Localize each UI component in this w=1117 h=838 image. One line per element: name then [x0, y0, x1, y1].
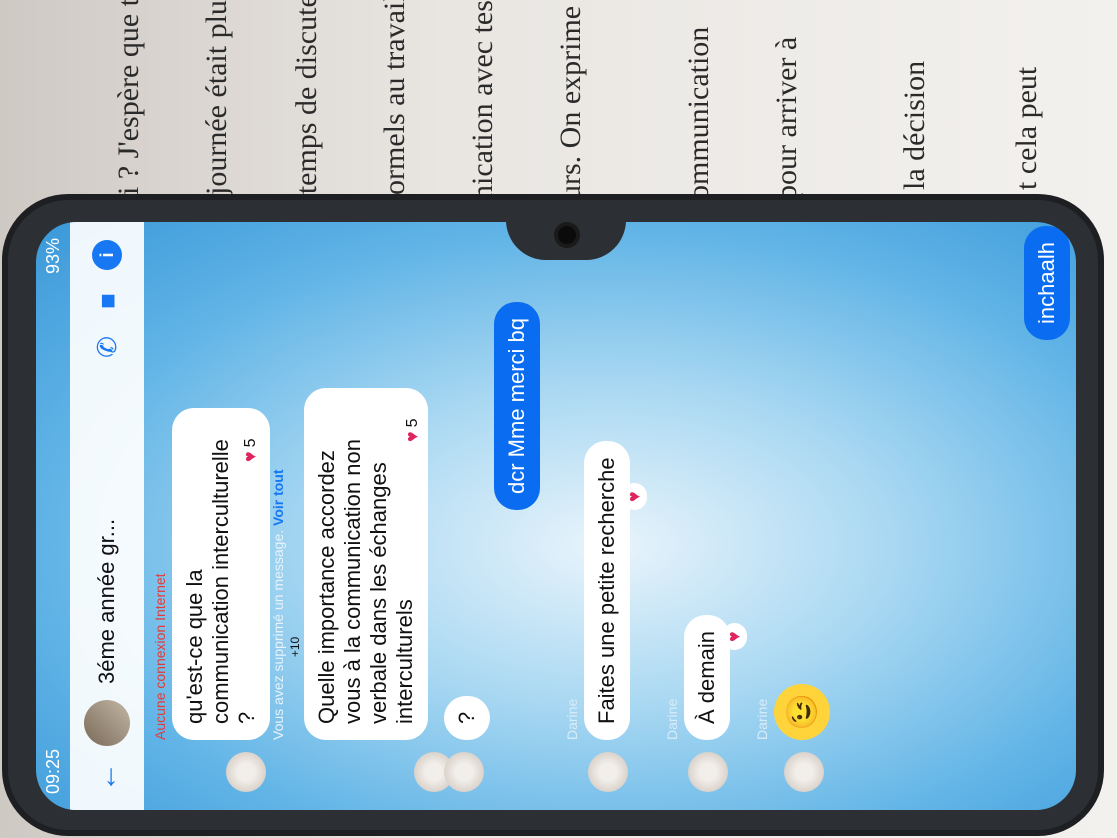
heart-icon: ♥ [624, 491, 644, 502]
paper-line: journée était plutô [200, 0, 233, 195]
my-message-bubble[interactable]: dcr Mme merci bq [494, 301, 540, 510]
seen-count[interactable]: +10 [288, 637, 302, 657]
heart-icon: ♥ [402, 431, 422, 442]
paper-line: nication avec tes [466, 0, 499, 200]
sender-avatar[interactable] [784, 752, 824, 792]
phone-screen: 09:25 93% ← 3éme année gr... ✆ ■ i Aucun… [36, 222, 1076, 810]
reaction-badge[interactable]: ♥ [722, 623, 747, 650]
paper-line: e temps de discuter [290, 0, 323, 215]
my-message-bubble[interactable]: inchaalh [1024, 226, 1070, 340]
paper-line: ommunication [682, 26, 715, 200]
sender-avatar[interactable] [226, 752, 266, 792]
chat-title[interactable]: 3éme année gr... [94, 378, 120, 684]
message-bubble[interactable]: ? [444, 695, 490, 740]
status-time: 09:25 [42, 748, 63, 794]
back-arrow-icon[interactable]: ← [90, 762, 124, 792]
paper-line: ui ? J'espère que tu a [112, 0, 145, 210]
winking-emoji-icon[interactable]: 😉 [774, 684, 830, 740]
phone-call-icon[interactable]: ✆ [92, 332, 122, 362]
chat-header: ← 3éme année gr... ✆ ■ i [70, 222, 144, 810]
network-warning: Aucune connexion Internet [152, 573, 168, 740]
phone: 09:25 93% ← 3éme année gr... ✆ ■ i Aucun… [8, 200, 1098, 830]
reaction-badge[interactable]: ♥ [622, 483, 647, 510]
deleted-text: Vous avez supprimé un message. [270, 529, 286, 740]
paper-line: pour arriver à [770, 36, 803, 200]
paper-line: la décision [898, 60, 931, 190]
deleted-message: Vous avez supprimé un message. Voir tout [270, 469, 286, 740]
sender-name: Darine [754, 698, 770, 740]
sender-avatar[interactable] [688, 752, 728, 792]
status-battery: 93% [42, 238, 63, 275]
status-bar: 09:25 93% [36, 222, 70, 810]
see-all-link[interactable]: Voir tout [270, 469, 286, 526]
reaction-count: 5 [403, 418, 421, 428]
message-bubble[interactable]: Faites une petite recherche [584, 441, 630, 740]
video-call-icon[interactable]: ■ [92, 286, 122, 316]
sender-avatar[interactable] [588, 752, 628, 792]
paper-line: formels au travail. [378, 0, 411, 205]
info-icon[interactable]: i [92, 240, 122, 270]
camera-icon [558, 226, 576, 244]
message-list[interactable]: Aucune connexion Internet qu'est-ce que … [144, 222, 1076, 810]
reaction-count: 5 [241, 438, 259, 448]
sender-name: Darine [564, 698, 580, 740]
group-avatar[interactable] [84, 700, 130, 746]
reaction-badge[interactable]: ♥ 5 [238, 430, 263, 470]
messenger-app: 09:25 93% ← 3éme année gr... ✆ ■ i Aucun… [36, 222, 1076, 810]
paper-line: urs. On exprime [554, 5, 587, 200]
reaction-badge[interactable]: ♥ 5 [400, 410, 425, 450]
paper-line: t cela peut [1010, 66, 1043, 190]
sender-name: Darine [664, 698, 680, 740]
heart-icon: ♥ [240, 451, 260, 462]
heart-icon: ♥ [724, 631, 744, 642]
sender-avatar[interactable] [444, 752, 484, 792]
